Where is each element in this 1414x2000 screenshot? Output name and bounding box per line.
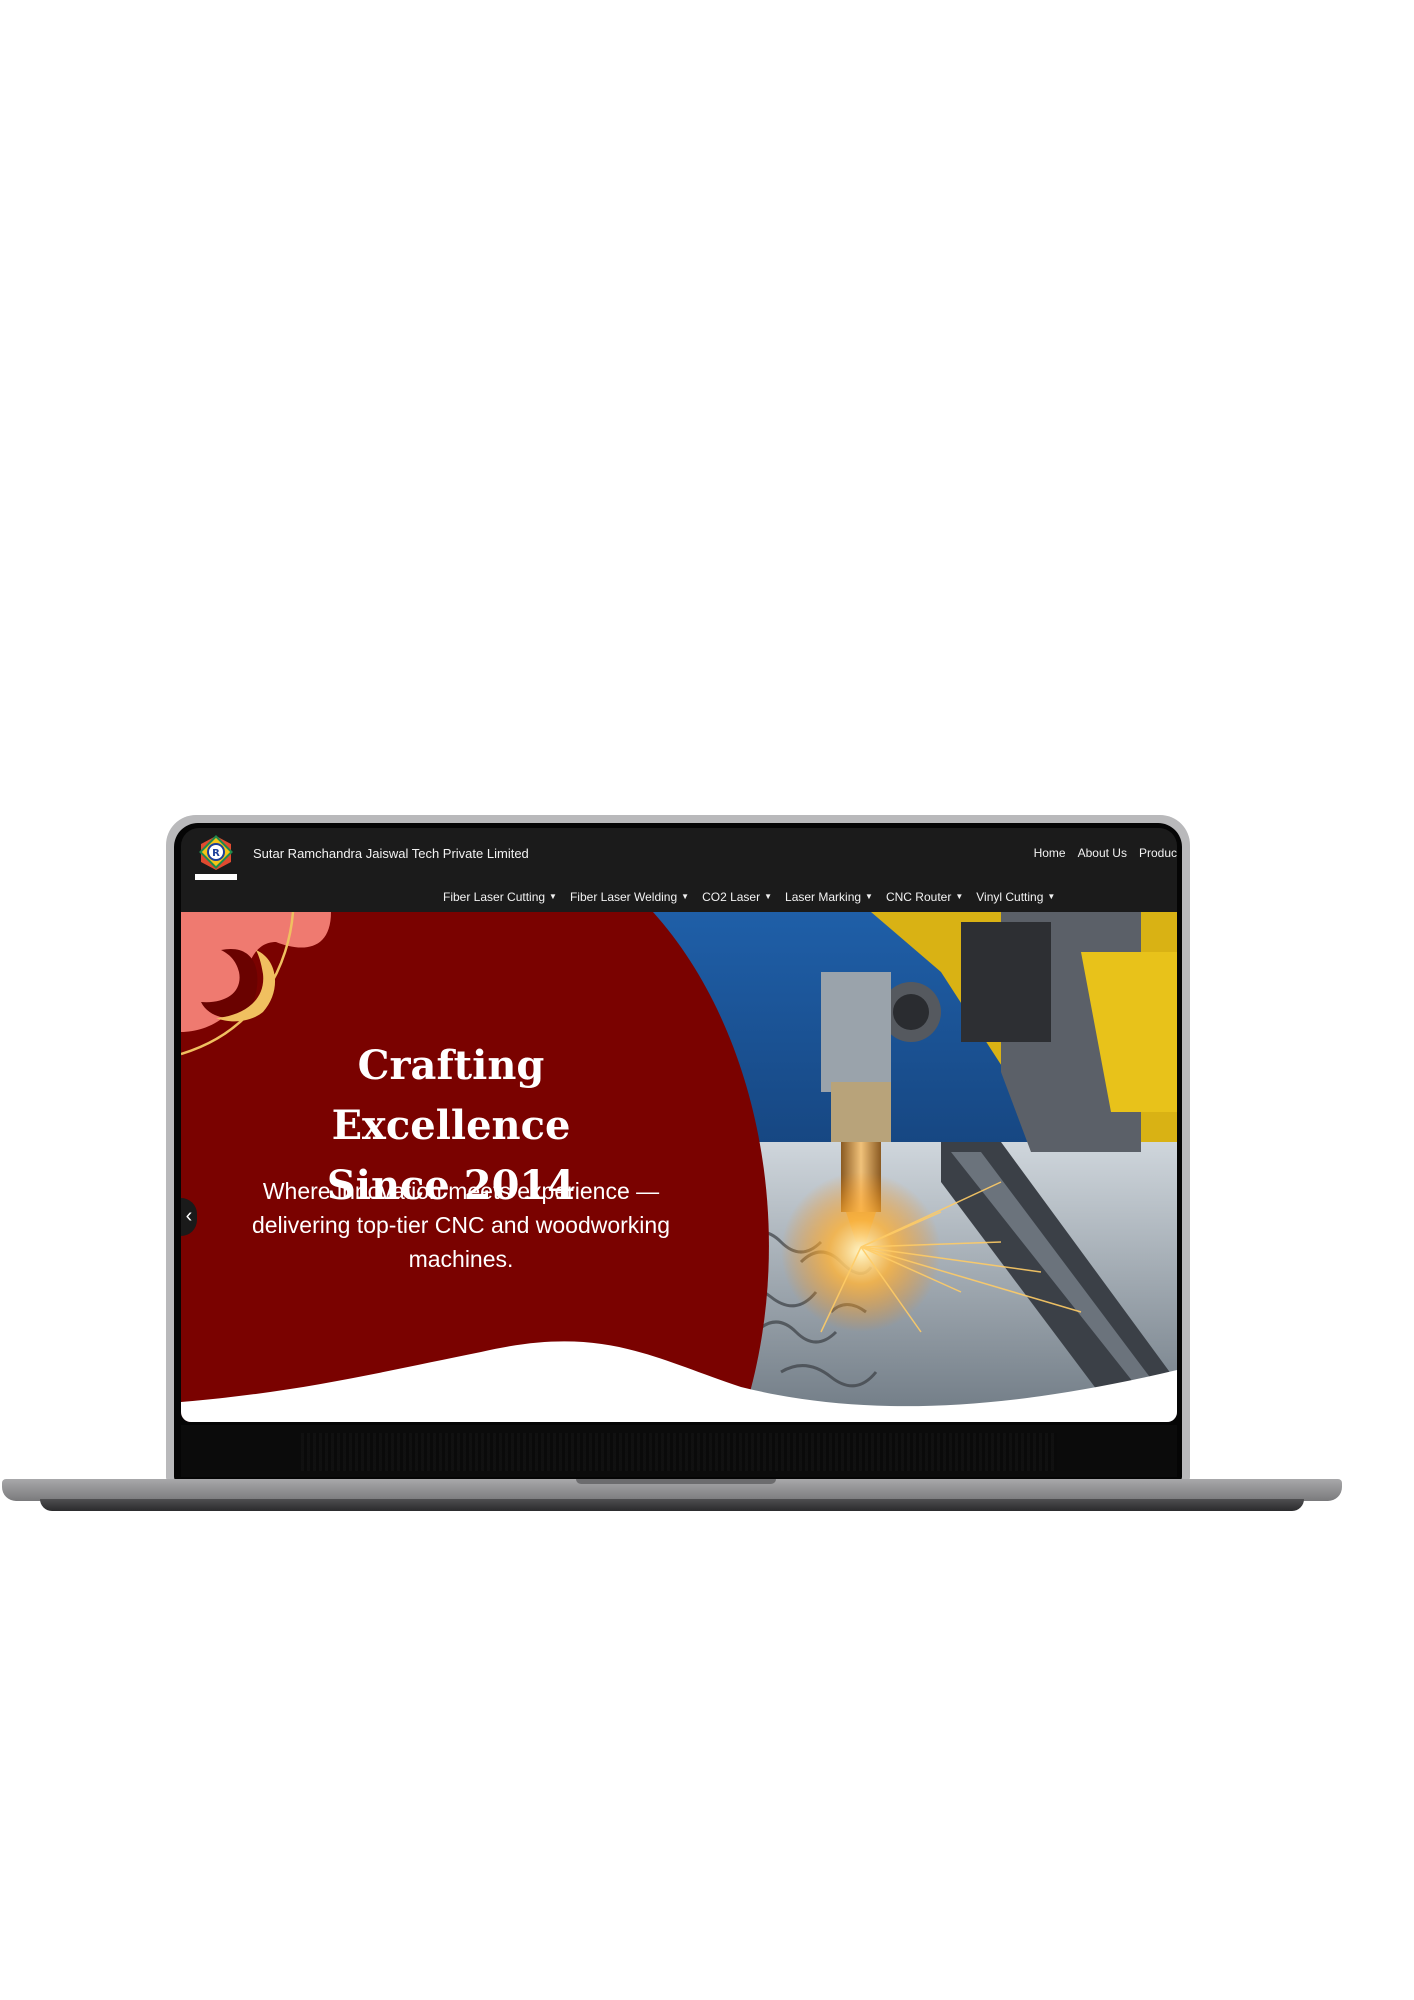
caret-down-icon: ▼: [764, 892, 773, 901]
nav-item-label: Laser Marking: [785, 890, 862, 904]
hero-subtitle-line: machines.: [408, 1246, 514, 1272]
hero-subtitle: Where innovation meets experience — deli…: [221, 1174, 701, 1276]
keyboard-reflection: [181, 1425, 1177, 1477]
hero-subtitle-line: Where innovation meets experience —: [262, 1178, 660, 1204]
nav-item-label: CO2 Laser: [702, 890, 761, 904]
nav-about-us[interactable]: About Us: [1078, 846, 1127, 860]
hero-title-line: Crafting Excellence: [331, 1042, 571, 1149]
nav-co2-laser[interactable]: CO2 Laser ▼: [702, 890, 772, 904]
nav-cnc-router[interactable]: CNC Router ▼: [886, 890, 963, 904]
category-nav: Fiber Laser Cutting ▼ Fiber Laser Weldin…: [443, 890, 1055, 904]
srj-logo-icon[interactable]: R: [191, 834, 241, 882]
laptop-base-bottom: [40, 1499, 1304, 1511]
caret-down-icon: ▼: [955, 892, 964, 901]
brand-name[interactable]: Sutar Ramchandra Jaiswal Tech Private Li…: [253, 846, 529, 861]
caret-down-icon: ▼: [681, 892, 690, 901]
nav-home[interactable]: Home: [1034, 846, 1066, 860]
nav-item-label: Fiber Laser Cutting: [443, 890, 546, 904]
nav-fiber-laser-welding[interactable]: Fiber Laser Welding ▼: [570, 890, 689, 904]
caret-down-icon: ▼: [865, 892, 873, 901]
laptop-notch: [576, 1479, 776, 1484]
top-nav: Home About Us Produc: [1034, 846, 1177, 860]
caret-down-icon: ▼: [549, 892, 557, 901]
nav-products[interactable]: Produc: [1139, 846, 1177, 860]
caret-down-icon: ▼: [1047, 892, 1056, 901]
nav-laser-marking[interactable]: Laser Marking ▼: [785, 890, 873, 904]
nav-vinyl-cutting[interactable]: Vinyl Cutting ▼: [976, 890, 1055, 904]
nav-item-label: Vinyl Cutting: [976, 890, 1044, 904]
nav-item-label: Fiber Laser Welding: [569, 890, 678, 904]
nav-item-label: CNC Router: [885, 890, 952, 904]
site-header: R Sutar Ramchandra Jaiswal Tech Private …: [181, 828, 1177, 912]
svg-text:R: R: [212, 848, 220, 859]
nav-fiber-laser-cutting[interactable]: Fiber Laser Cutting ▼: [443, 890, 557, 904]
hero-text: Crafting Excellence Since 2014 Where inn…: [181, 912, 741, 1422]
laptop-screen: R Sutar Ramchandra Jaiswal Tech Private …: [181, 828, 1177, 1422]
hero-slide: Crafting Excellence Since 2014 Where inn…: [181, 912, 1177, 1422]
hero-subtitle-line: delivering top-tier CNC and woodworking: [251, 1212, 671, 1238]
